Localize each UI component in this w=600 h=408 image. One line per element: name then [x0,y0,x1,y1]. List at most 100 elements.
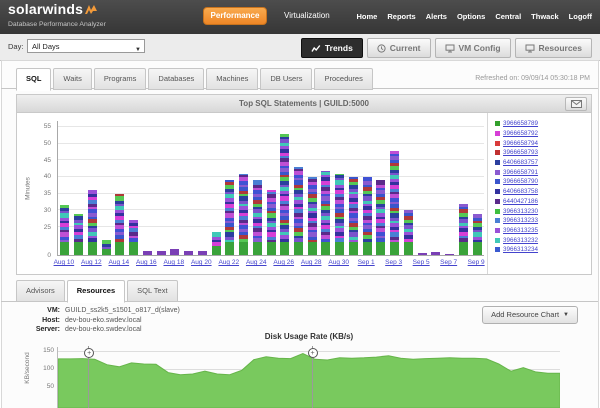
x-tick-label[interactable]: Aug 10 [49,259,79,266]
legend-link[interactable]: 6406683757 [503,159,538,166]
x-tick-label[interactable]: Aug 14 [104,259,134,266]
gridline [58,159,484,160]
nav-item-thwack[interactable]: Thwack [531,12,559,21]
disk-y-tick-label: 50 [34,383,54,390]
legend-swatch [495,189,500,194]
legend-item: 6406683757 [495,158,592,168]
bar-aug-31[interactable] [349,177,358,255]
lower-tab-advisors[interactable]: Advisors [16,280,65,302]
bar-aug-26[interactable] [280,134,289,255]
legend-link[interactable]: 6406683758 [503,188,538,195]
bar-aug-28[interactable] [308,177,317,255]
bar-aug-23[interactable] [239,174,248,255]
tab-db-users[interactable]: DB Users [260,68,312,90]
bar-aug-25[interactable] [267,190,276,255]
bar-aug-15[interactable] [129,220,138,255]
bar-aug-17[interactable] [157,251,166,255]
x-tick-label[interactable]: Aug 12 [76,259,106,266]
legend-link[interactable]: 3966313230 [503,208,538,215]
x-tick-label[interactable]: Sep 7 [434,259,464,266]
bar-aug-24[interactable] [253,180,262,255]
x-tick-label[interactable]: Aug 26 [269,259,299,266]
tab-procedures[interactable]: Procedures [314,68,372,90]
nav-item-logoff[interactable]: Logoff [569,12,592,21]
bar-segment [321,242,330,255]
range-handle-right[interactable]: + [308,348,318,358]
bar-aug-21[interactable] [212,232,221,255]
bar-aug-29[interactable] [321,171,330,256]
tab-waits[interactable]: Waits [53,68,91,90]
tab-machines[interactable]: Machines [206,68,258,90]
disk-y-tick-label: 100 [34,365,54,372]
vm-info-label: Host: [20,317,60,324]
bar-segment [157,251,166,255]
legend-link[interactable]: 3966658790 [503,178,538,185]
bar-aug-16[interactable] [143,251,152,255]
bar-aug-11[interactable] [74,214,83,255]
bar-sep-7[interactable] [445,254,454,255]
x-tick-label[interactable]: Aug 24 [241,259,271,266]
add-resource-chart-button[interactable]: Add Resource Chart ▼ [482,306,578,324]
legend-link[interactable]: 6440427186 [503,198,538,205]
bar-sep-8[interactable] [459,204,468,255]
legend-link[interactable]: 3966313234 [503,246,538,253]
bar-sep-1[interactable] [363,177,372,255]
bar-aug-14[interactable] [115,194,124,255]
bar-aug-13[interactable] [102,240,111,255]
x-tick-label[interactable]: Aug 16 [131,259,161,266]
nav-item-central[interactable]: Central [495,12,521,21]
view-button-resources[interactable]: Resources [515,38,592,58]
bar-sep-9[interactable] [473,214,482,255]
legend-link[interactable]: 3966658792 [503,130,538,137]
x-tick-label[interactable]: Aug 20 [186,259,216,266]
nav-item-home[interactable]: Home [357,12,378,21]
x-tick-label[interactable]: Aug 18 [159,259,189,266]
lower-tab-resources[interactable]: Resources [67,280,125,303]
bar-segment [431,252,440,255]
legend-swatch [495,218,500,223]
bar-aug-22[interactable] [225,180,234,255]
lower-tab-sql-text[interactable]: SQL Text [127,280,177,302]
virtualization-button[interactable]: Virtualization [284,11,330,20]
day-select[interactable]: All Days ▼ [27,39,145,53]
view-button-trends[interactable]: Trends [301,38,363,58]
bar-sep-6[interactable] [431,252,440,255]
bar-aug-12[interactable] [88,190,97,255]
performance-button[interactable]: Performance [203,7,267,25]
legend-link[interactable]: 3966658789 [503,120,538,127]
nav-item-reports[interactable]: Reports [387,12,415,21]
legend-link[interactable]: 3966658793 [503,149,538,156]
view-button-vm-config[interactable]: VM Config [435,38,511,58]
bar-aug-18[interactable] [170,249,179,255]
bar-aug-27[interactable] [294,167,303,255]
bar-sep-4[interactable] [404,210,413,255]
bar-sep-2[interactable] [376,180,385,255]
bar-aug-19[interactable] [184,251,193,255]
bar-segment [308,242,317,255]
view-button-current[interactable]: Current [367,38,431,58]
bar-aug-10[interactable] [60,205,69,255]
x-tick-label[interactable]: Sep 3 [379,259,409,266]
sql-chart-header: Top SQL Statements | GUILD:5000 [17,95,591,113]
legend-link[interactable]: 3966313233 [503,217,538,224]
x-tick-label[interactable]: Sep 1 [351,259,381,266]
y-tick-label: 30 [31,207,51,214]
nav-item-alerts[interactable]: Alerts [426,12,447,21]
bar-sep-3[interactable] [390,151,399,255]
tab-sql[interactable]: SQL [16,68,51,91]
x-tick-label[interactable]: Sep 5 [406,259,436,266]
x-tick-label[interactable]: Aug 28 [296,259,326,266]
legend-link[interactable]: 3966313232 [503,237,538,244]
x-tick-label[interactable]: Aug 30 [324,259,354,266]
tab-programs[interactable]: Programs [94,68,147,90]
email-button[interactable] [565,97,587,111]
bar-sep-5[interactable] [418,253,427,255]
x-tick-label[interactable]: Aug 22 [214,259,244,266]
nav-item-options[interactable]: Options [457,12,485,21]
tab-databases[interactable]: Databases [148,68,204,90]
bar-aug-20[interactable] [198,251,207,255]
legend-link[interactable]: 3966658794 [503,140,538,147]
legend-link[interactable]: 3966313235 [503,227,538,234]
legend-link[interactable]: 3966658791 [503,169,538,176]
bar-aug-30[interactable] [335,174,344,255]
